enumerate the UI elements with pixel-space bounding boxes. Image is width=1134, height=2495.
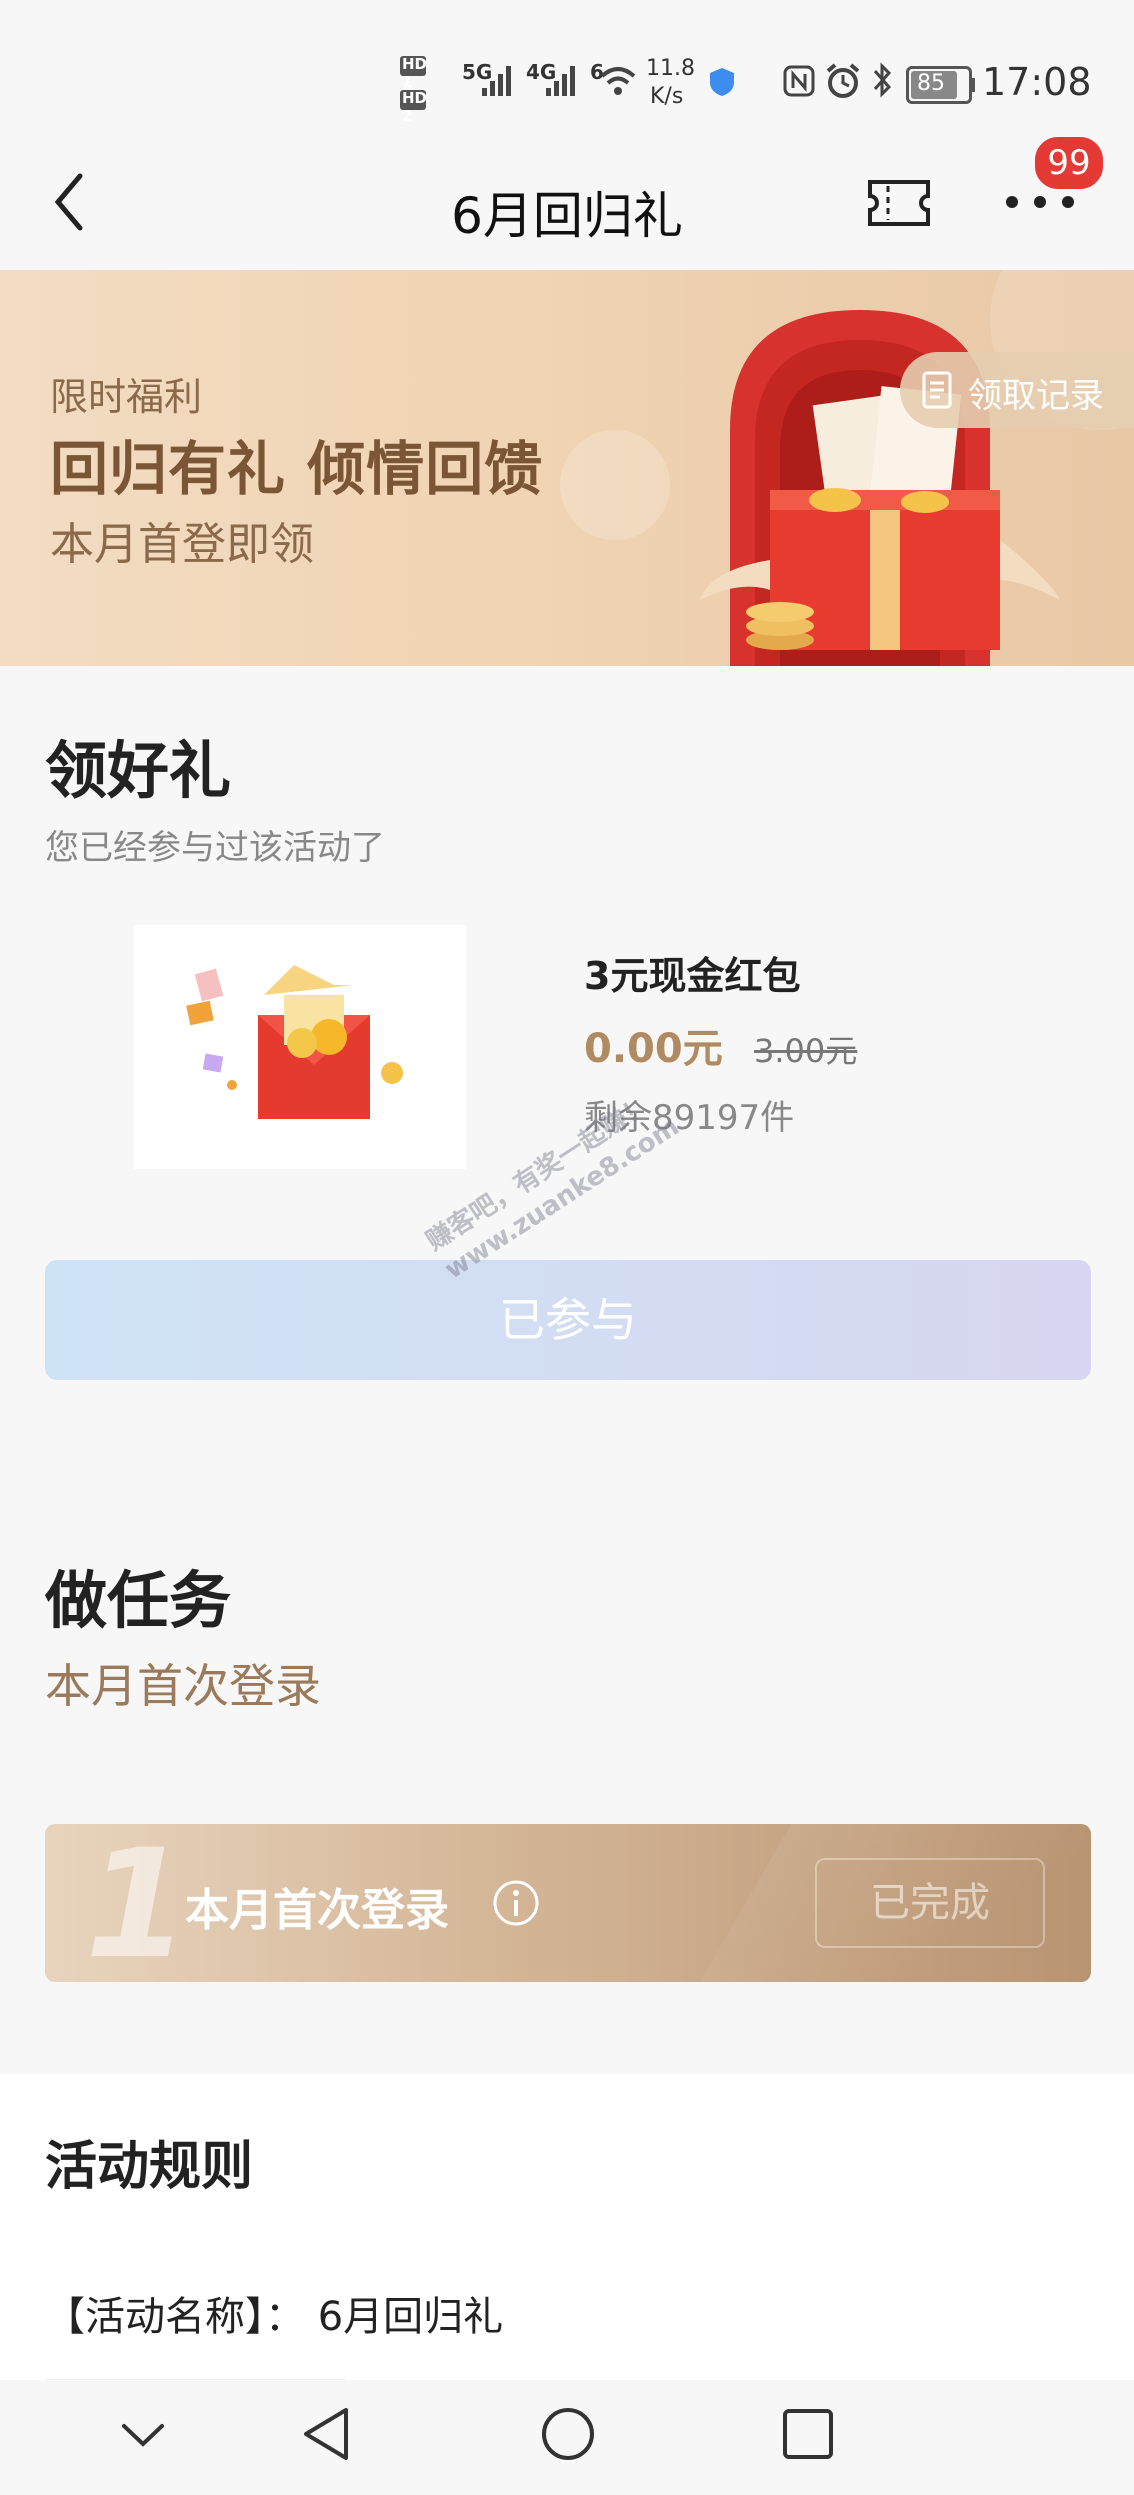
promo-banner: 限时福利 回归有礼 倾情回馈 本月首登即领 领取记录 [0, 270, 1134, 666]
banner-decor-circle [560, 430, 670, 540]
rules-title: 活动规则 [45, 2137, 254, 2197]
red-envelope-icon [186, 965, 403, 1119]
battery-icon: 85 [906, 66, 975, 104]
gift-section-title: 领好礼 [45, 734, 232, 807]
banner-headline: 回归有礼 倾情回馈 [50, 435, 544, 503]
gift-box-illustration [700, 310, 1060, 666]
document-icon [922, 371, 952, 409]
chevron-down-icon[interactable] [118, 2418, 168, 2452]
alarm-icon [826, 63, 860, 98]
signal-icon [482, 66, 511, 96]
app-header: 6月回归礼 99 [0, 134, 1134, 270]
nav-home-icon[interactable] [538, 2404, 598, 2464]
network-speed-unit: K/s [650, 84, 684, 109]
task-section-subtitle: 本月首次登录 [45, 1659, 321, 1713]
hd1-badge: HD 1 [400, 55, 427, 91]
hd2-text: HD 2 [402, 89, 428, 125]
gift-participation-status: 您已经参与过该活动了 [45, 828, 385, 868]
product-original-price: 3.00元 [754, 1032, 858, 1070]
nfc-icon [783, 65, 815, 97]
hd1-text: HD 1 [402, 55, 428, 91]
more-options-icon[interactable] [1004, 190, 1076, 214]
task-number: 1 [85, 1824, 190, 1982]
notification-badge: 99 [1032, 134, 1106, 192]
product-name: 3元现金红包 [584, 954, 801, 998]
wifi-icon [600, 67, 636, 95]
bluetooth-icon [873, 62, 892, 98]
shield-icon [710, 68, 734, 96]
status-bar: HD 1 HD 2 5G 4G 6 11.8 K/s 85 17:08 [0, 0, 1134, 140]
info-icon[interactable] [491, 1878, 541, 1928]
product-image [134, 925, 466, 1169]
task-completed-button[interactable]: 已完成 [815, 1858, 1045, 1948]
nav-recents-icon[interactable] [780, 2406, 836, 2462]
task-label: 本月首次登录 [185, 1885, 449, 1936]
rules-activity-name: 【活动名称】： 6月回归礼 [45, 2294, 504, 2340]
task-section-title: 做任务 [45, 1564, 232, 1637]
rules-section: 活动规则 【活动名称】： 6月回归礼 [0, 2074, 1134, 2399]
page-title: 6月回归礼 [451, 187, 683, 245]
claim-record-button[interactable]: 领取记录 [900, 352, 1134, 428]
product-price: 0.00元 [584, 1026, 723, 1072]
joined-button[interactable]: 已参与 [45, 1260, 1091, 1380]
signal-icon-2 [546, 66, 575, 96]
battery-level: 85 [917, 71, 945, 96]
nav-back-icon[interactable] [298, 2404, 354, 2464]
banner-subline: 本月首登即领 [50, 519, 314, 570]
clock-time: 17:08 [982, 60, 1092, 104]
task-card: 1 本月首次登录 已完成 [45, 1824, 1091, 1982]
claim-record-label: 领取记录 [968, 376, 1104, 416]
coupon-icon[interactable] [866, 176, 932, 230]
hd2-badge: HD 2 [400, 89, 427, 125]
banner-tag: 限时福利 [50, 375, 203, 419]
system-nav-bar [0, 2380, 1134, 2495]
network-speed-value: 11.8 [646, 56, 695, 81]
